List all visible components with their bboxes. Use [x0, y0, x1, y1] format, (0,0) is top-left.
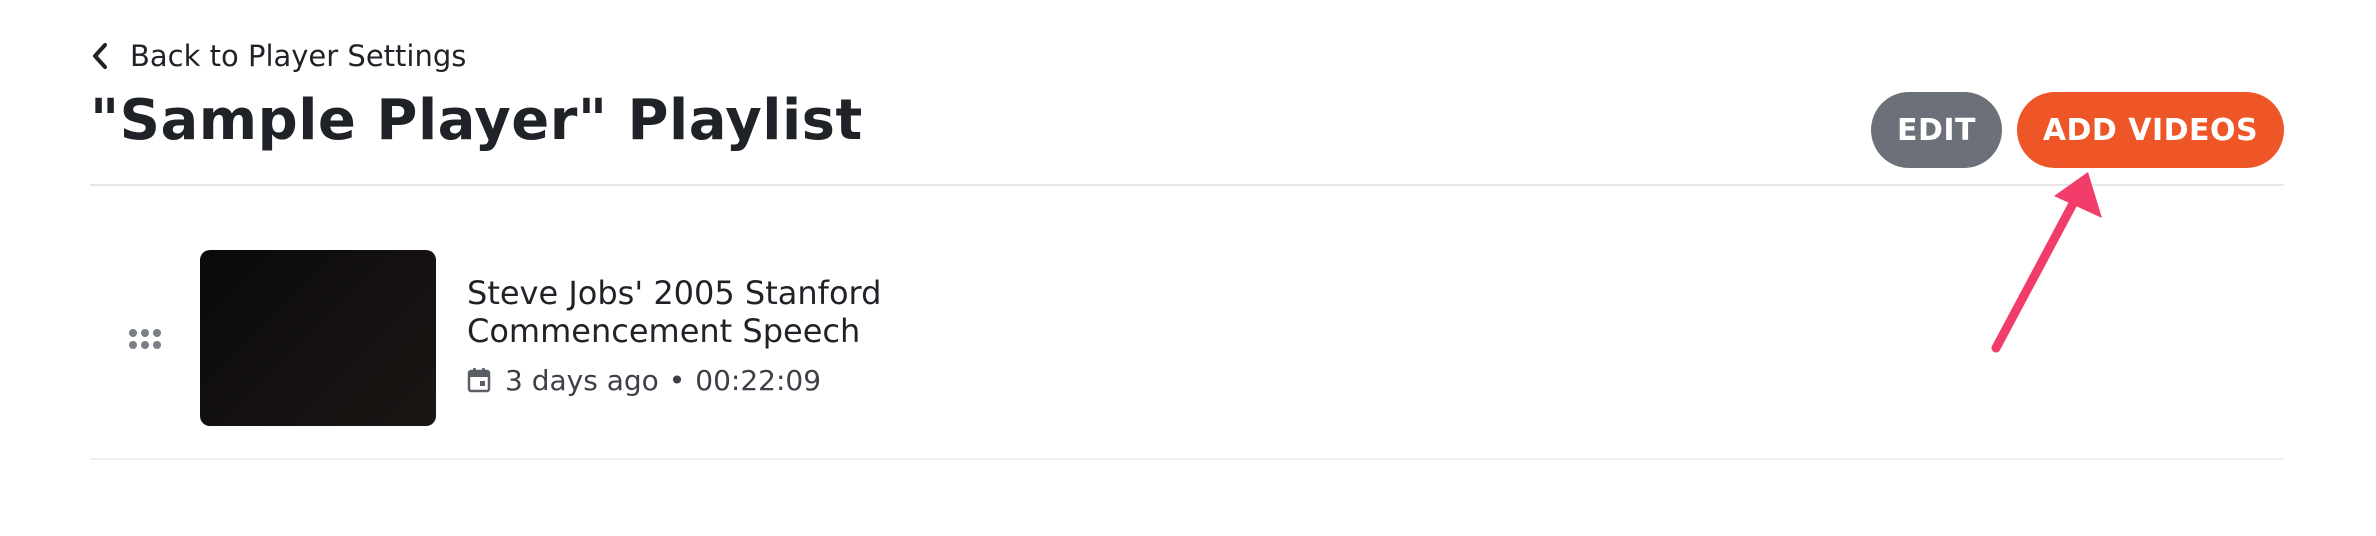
edit-button[interactable]: EDIT	[1871, 92, 2002, 168]
video-duration: 00:22:09	[695, 363, 822, 397]
back-link-label: Back to Player Settings	[130, 39, 467, 73]
video-title-line-1: Steve Jobs' 2005 Stanford	[467, 274, 882, 312]
video-title[interactable]: Steve Jobs' 2005 Stanford Commencement S…	[467, 274, 1027, 350]
video-thumbnail[interactable]	[200, 250, 436, 426]
add-videos-button[interactable]: ADD VIDEOS	[2017, 92, 2284, 168]
meta-separator: •	[668, 363, 686, 397]
page-title: "Sample Player" Playlist	[90, 88, 863, 153]
video-date: 3 days ago	[505, 363, 659, 397]
calendar-icon	[467, 368, 491, 393]
back-to-player-settings-link[interactable]: Back to Player Settings	[90, 38, 466, 74]
video-title-line-2: Commencement Speech	[467, 312, 861, 350]
chevron-left-icon	[93, 43, 107, 69]
video-meta: 3 days ago • 00:22:09	[467, 360, 821, 400]
header-divider	[90, 184, 2284, 186]
drag-handle-icon[interactable]	[128, 328, 162, 350]
playlist-item[interactable]: Steve Jobs' 2005 Stanford Commencement S…	[90, 218, 2284, 460]
